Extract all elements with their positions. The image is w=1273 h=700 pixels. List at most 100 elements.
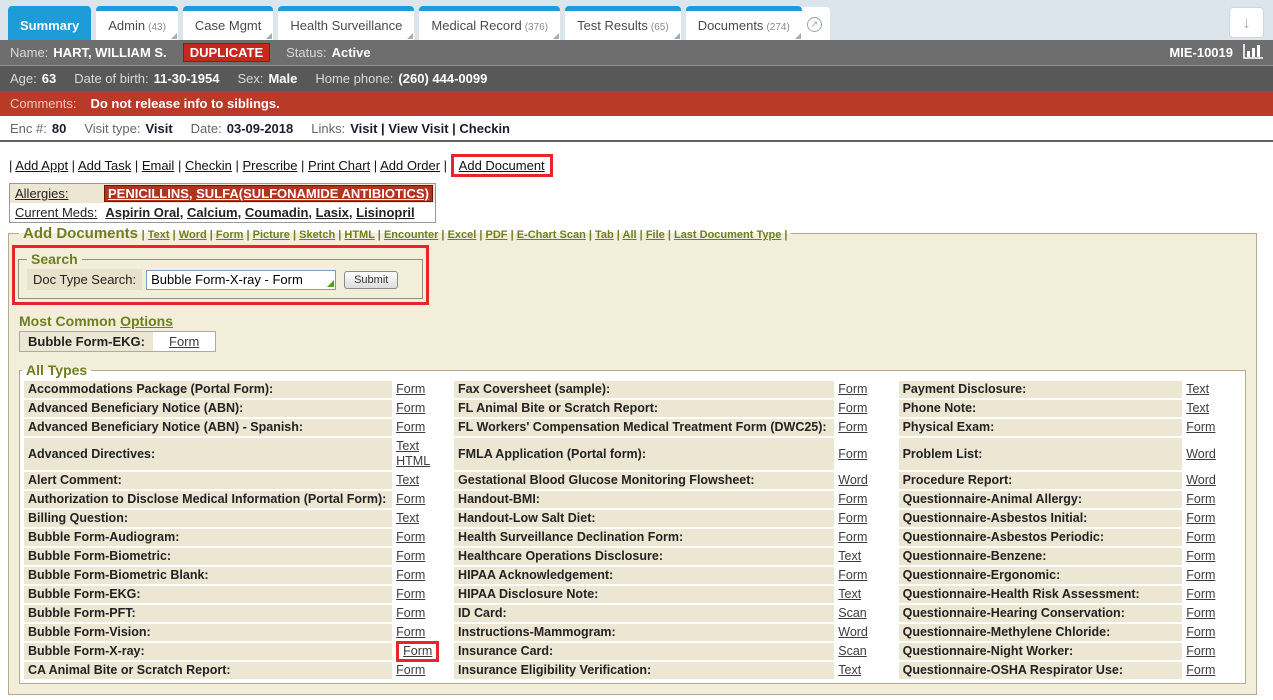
doc-type-link-word[interactable]: Word <box>179 229 207 241</box>
doc-link-phone-note-text[interactable]: Text <box>1186 401 1209 416</box>
options-link[interactable]: Options <box>120 313 173 329</box>
doc-type-label: Instructions-Mammogram: <box>454 624 834 641</box>
bar-chart-icon[interactable] <box>1243 44 1263 62</box>
doc-link-bubble-form-biometric-form[interactable]: Form <box>396 549 425 564</box>
doc-link-fax-coversheet-sample-form[interactable]: Form <box>838 382 867 397</box>
med-link-lasix[interactable]: Lasix <box>316 205 349 220</box>
doc-link-insurance-card-scan[interactable]: Scan <box>838 644 867 659</box>
action-link-add-task[interactable]: Add Task <box>78 158 131 173</box>
doc-link-bubble-form-pft-form[interactable]: Form <box>396 606 425 621</box>
action-link-checkin[interactable]: Checkin <box>185 158 232 173</box>
doc-link-bubble-form-ekg-form[interactable]: Form <box>396 587 425 602</box>
doc-link-hipaa-disclosure-note-text[interactable]: Text <box>838 587 861 602</box>
tab-health-surveillance[interactable]: Health Surveillance <box>278 6 414 40</box>
tab-admin[interactable]: Admin(43) <box>96 6 178 40</box>
doc-link-physical-exam-form[interactable]: Form <box>1186 420 1215 435</box>
enc-link-visit[interactable]: Visit <box>350 121 377 136</box>
doc-link-hipaa-acknowledgement-form[interactable]: Form <box>838 568 867 583</box>
doc-link-handout-bmi-form[interactable]: Form <box>838 492 867 507</box>
doc-type-link-form[interactable]: Form <box>216 229 244 241</box>
doc-link-advanced-directives-html[interactable]: HTML <box>396 454 430 469</box>
action-link-email[interactable]: Email <box>142 158 175 173</box>
doc-link-fl-animal-bite-or-scratch-report-form[interactable]: Form <box>838 401 867 416</box>
doc-type-link-html[interactable]: HTML <box>344 229 374 241</box>
tab-documents[interactable]: Documents(274) <box>686 6 802 40</box>
down-arrow-icon[interactable]: ↓ <box>1229 7 1264 38</box>
doc-link-instructions-mammogram-word[interactable]: Word <box>838 625 868 640</box>
doc-link-procedure-report-word[interactable]: Word <box>1186 473 1216 488</box>
doc-type-link-last-document-type[interactable]: Last Document Type <box>674 229 781 241</box>
doc-link-advanced-beneficiary-notice-abn-form[interactable]: Form <box>396 401 425 416</box>
doc-link-id-card-scan[interactable]: Scan <box>838 606 867 621</box>
doc-link-questionnaire-osha-respirator-use-form[interactable]: Form <box>1186 663 1215 678</box>
allergy-link-sulfa-sulfonamide-antibiotics[interactable]: SULFA(SULFONAMIDE ANTIBIOTICS) <box>196 186 429 201</box>
doc-type-link-picture[interactable]: Picture <box>253 229 290 241</box>
most-common-link-form[interactable]: Form <box>169 334 199 349</box>
enc-link-view-visit[interactable]: View Visit <box>388 121 448 136</box>
circle-arrow-icon: ↗ <box>807 17 822 32</box>
doc-type-label: FL Workers' Compensation Medical Treatme… <box>454 419 834 436</box>
doc-type-link-sketch[interactable]: Sketch <box>299 229 335 241</box>
doc-link-alert-comment-text[interactable]: Text <box>396 473 419 488</box>
action-link-print-chart[interactable]: Print Chart <box>308 158 370 173</box>
current-meds-link[interactable]: Current Meds: <box>15 205 97 220</box>
doc-link-accommodations-package-portal-form-form[interactable]: Form <box>396 382 425 397</box>
doc-link-fmla-application-portal-form-form[interactable]: Form <box>838 447 867 462</box>
doc-type-link-tab[interactable]: Tab <box>595 229 614 241</box>
doc-link-questionnaire-benzene-form[interactable]: Form <box>1186 549 1215 564</box>
doc-link-handout-low-salt-diet-form[interactable]: Form <box>838 511 867 526</box>
doc-link-bubble-form-biometric-blank-form[interactable]: Form <box>396 568 425 583</box>
doc-link-insurance-eligibility-verification-text[interactable]: Text <box>838 663 861 678</box>
med-link-calcium[interactable]: Calcium <box>187 205 238 220</box>
doc-link-questionnaire-methylene-chloride-form[interactable]: Form <box>1186 625 1215 640</box>
med-link-aspirin-oral[interactable]: Aspirin Oral <box>105 205 179 220</box>
doc-link-questionnaire-asbestos-periodic-form[interactable]: Form <box>1186 530 1215 545</box>
doc-link-questionnaire-night-worker-form[interactable]: Form <box>1186 644 1215 659</box>
doc-link-advanced-directives-text[interactable]: Text <box>396 439 419 454</box>
med-link-coumadin[interactable]: Coumadin <box>245 205 309 220</box>
doc-link-bubble-form-x-ray-form[interactable]: Form <box>403 644 432 658</box>
tab-case-mgmt[interactable]: Case Mgmt <box>183 6 273 40</box>
doc-link-healthcare-operations-disclosure-text[interactable]: Text <box>838 549 861 564</box>
doc-type-link-e-chart-scan[interactable]: E-Chart Scan <box>517 229 586 241</box>
doc-type-label: HIPAA Acknowledgement: <box>454 567 834 584</box>
doc-type-link-cell: Text <box>394 510 452 527</box>
doc-type-link-file[interactable]: File <box>646 229 665 241</box>
action-link-prescribe[interactable]: Prescribe <box>243 158 298 173</box>
tab-test-results[interactable]: Test Results(65) <box>565 6 681 40</box>
doc-link-fl-workers-compensation-medical-treatment-form-dwc25-form[interactable]: Form <box>838 420 867 435</box>
doc-link-questionnaire-ergonomic-form[interactable]: Form <box>1186 568 1215 583</box>
doc-type-search-input[interactable] <box>146 270 336 290</box>
search-fieldset: Search Doc Type Search: Submit <box>18 251 423 299</box>
tab-popout[interactable]: ↗ <box>801 7 830 40</box>
doc-type-link-pdf[interactable]: PDF <box>486 229 508 241</box>
submit-button[interactable]: Submit <box>344 271 398 289</box>
doc-link-questionnaire-hearing-conservation-form[interactable]: Form <box>1186 606 1215 621</box>
doc-link-authorization-to-disclose-medical-information-portal-form-form[interactable]: Form <box>396 492 425 507</box>
doc-type-link-all[interactable]: All <box>623 229 637 241</box>
doc-type-link-excel[interactable]: Excel <box>448 229 477 241</box>
enc-link-checkin[interactable]: Checkin <box>459 121 510 136</box>
action-link-add-appt[interactable]: Add Appt <box>15 158 68 173</box>
doc-link-questionnaire-animal-allergy-form[interactable]: Form <box>1186 492 1215 507</box>
doc-link-payment-disclosure-text[interactable]: Text <box>1186 382 1209 397</box>
doc-link-problem-list-word[interactable]: Word <box>1186 447 1216 462</box>
med-link-lisinopril[interactable]: Lisinopril <box>356 205 415 220</box>
doc-link-health-surveillance-declination-form-form[interactable]: Form <box>838 530 867 545</box>
doc-link-billing-question-text[interactable]: Text <box>396 511 419 526</box>
allergy-link-penicillins[interactable]: PENICILLINS <box>108 186 189 201</box>
allergies-link[interactable]: Allergies: <box>15 186 68 201</box>
doc-link-bubble-form-audiogram-form[interactable]: Form <box>396 530 425 545</box>
doc-link-ca-animal-bite-or-scratch-report-form[interactable]: Form <box>396 663 425 678</box>
tab-summary[interactable]: Summary <box>8 6 91 40</box>
doc-link-questionnaire-health-risk-assessment-form[interactable]: Form <box>1186 587 1215 602</box>
doc-link-questionnaire-asbestos-initial-form[interactable]: Form <box>1186 511 1215 526</box>
doc-link-gestational-blood-glucose-monitoring-flowsheet-word[interactable]: Word <box>838 473 868 488</box>
tab-medical-record[interactable]: Medical Record(376) <box>419 6 560 40</box>
doc-type-link-encounter[interactable]: Encounter <box>384 229 438 241</box>
doc-type-link-text[interactable]: Text <box>148 229 170 241</box>
doc-link-advanced-beneficiary-notice-abn-spanish-form[interactable]: Form <box>396 420 425 435</box>
action-link-add-document[interactable]: Add Document <box>459 158 545 173</box>
doc-link-bubble-form-vision-form[interactable]: Form <box>396 625 425 640</box>
action-link-add-order[interactable]: Add Order <box>380 158 440 173</box>
